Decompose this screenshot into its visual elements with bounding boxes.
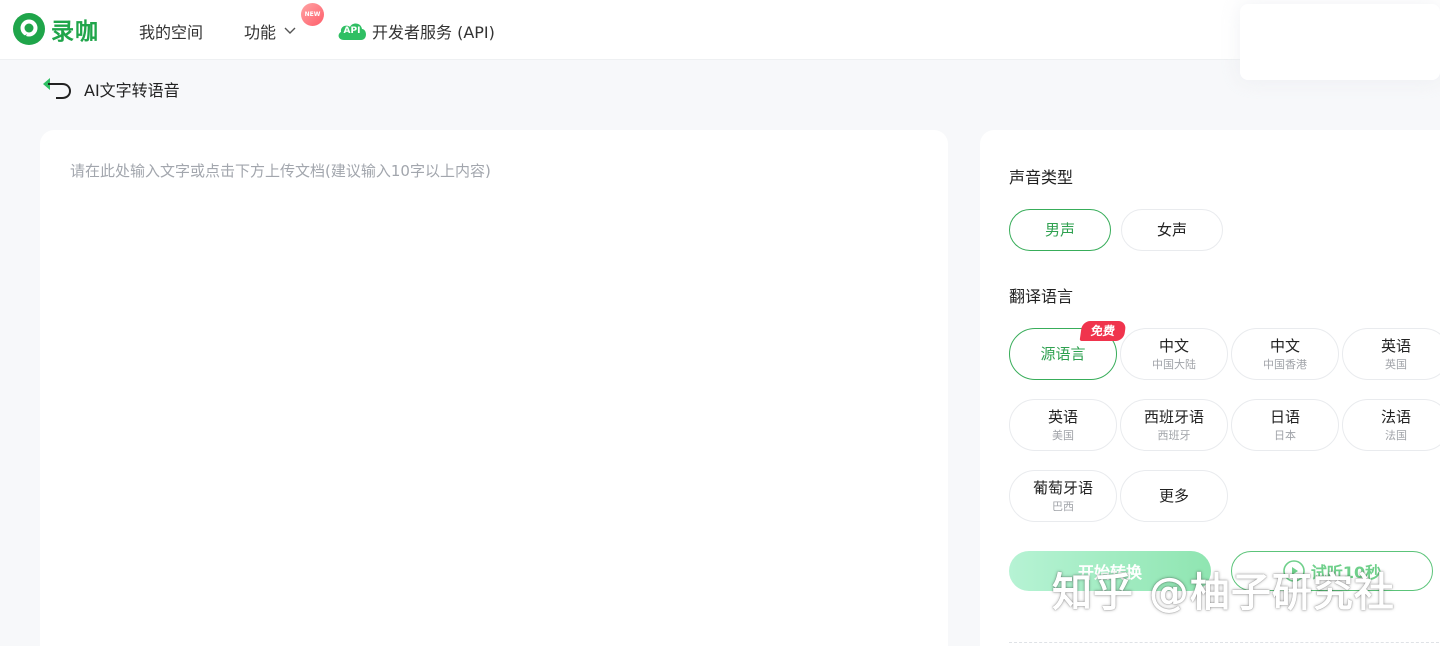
page-title: AI文字转语音 <box>84 81 180 100</box>
lang-option-label: 日语 <box>1269 407 1300 426</box>
chevron-down-icon <box>284 27 296 34</box>
lang-option-region: 巴西 <box>1052 499 1074 513</box>
voice-female-option[interactable]: 女声 <box>1121 209 1223 251</box>
voice-male-option[interactable]: 男声 <box>1009 209 1111 251</box>
lang-option-region: 中国香港 <box>1263 357 1307 371</box>
lang-option-fr[interactable]: 法语 法国 <box>1342 399 1440 451</box>
lang-option-zh-cn[interactable]: 中文 中国大陆 <box>1120 328 1228 380</box>
divider <box>1009 642 1439 643</box>
logo-text: 录咖 <box>51 19 99 45</box>
free-badge: 免费 <box>1079 321 1127 341</box>
lang-option-pt-br[interactable]: 葡萄牙语 巴西 <box>1009 470 1117 522</box>
back-arrow-icon[interactable] <box>40 76 74 102</box>
lang-option-more[interactable]: 更多 <box>1120 470 1228 522</box>
nav-developer-api[interactable]: API 开发者服务 (API) <box>336 19 495 43</box>
voice-option-label: 女声 <box>1156 221 1187 239</box>
lang-option-en-gb[interactable]: 英语 英国 <box>1342 328 1440 380</box>
nav-features-label: 功能 <box>244 23 277 42</box>
lang-option-label: 源语言 <box>1040 345 1086 363</box>
lang-option-label: 法语 <box>1380 407 1411 426</box>
logo-icon <box>13 13 45 45</box>
lang-option-label: 更多 <box>1158 487 1189 505</box>
lang-option-region: 日本 <box>1274 428 1296 442</box>
lang-option-region: 英国 <box>1385 357 1407 371</box>
translate-language-title: 翻译语言 <box>1009 287 1074 306</box>
lang-option-label: 葡萄牙语 <box>1032 478 1093 497</box>
lang-option-es[interactable]: 西班牙语 西班牙 <box>1120 399 1228 451</box>
user-area[interactable] <box>1240 4 1440 80</box>
lang-option-label: 英语 <box>1380 336 1411 355</box>
lang-option-label: 中文 <box>1158 336 1189 355</box>
new-badge: NEW <box>301 3 324 26</box>
nav-features[interactable]: 功能 <box>244 19 296 43</box>
lang-option-region: 美国 <box>1052 428 1074 442</box>
lang-option-label: 中文 <box>1269 336 1300 355</box>
nav-my-space-label: 我的空间 <box>139 23 204 42</box>
api-icon-label: API <box>343 26 361 36</box>
top-navbar: 录咖 我的空间 功能 NEW API 开发者服务 (API) <box>0 0 1440 80</box>
text-input[interactable] <box>70 160 920 630</box>
watermark: 知乎 @柚子研究社 <box>1052 570 1395 616</box>
text-editor-card <box>40 130 948 646</box>
voice-option-label: 男声 <box>1044 221 1075 239</box>
voice-type-title: 声音类型 <box>1009 168 1074 187</box>
nav-my-space[interactable]: 我的空间 <box>139 19 203 43</box>
lang-option-region: 法国 <box>1385 428 1407 442</box>
lang-option-en-us[interactable]: 英语 美国 <box>1009 399 1117 451</box>
lang-option-label: 英语 <box>1047 407 1078 426</box>
nav-developer-label: 开发者服务 (API) <box>372 23 495 42</box>
lang-option-label: 西班牙语 <box>1143 407 1204 426</box>
app-logo[interactable]: 录咖 <box>12 12 99 46</box>
lang-option-zh-hk[interactable]: 中文 中国香港 <box>1231 328 1339 380</box>
lang-option-region: 中国大陆 <box>1152 357 1196 371</box>
page-header: AI文字转语音 <box>40 76 180 102</box>
lang-option-ja[interactable]: 日语 日本 <box>1231 399 1339 451</box>
api-cloud-icon: API <box>336 21 368 41</box>
lang-option-region: 西班牙 <box>1157 428 1191 442</box>
